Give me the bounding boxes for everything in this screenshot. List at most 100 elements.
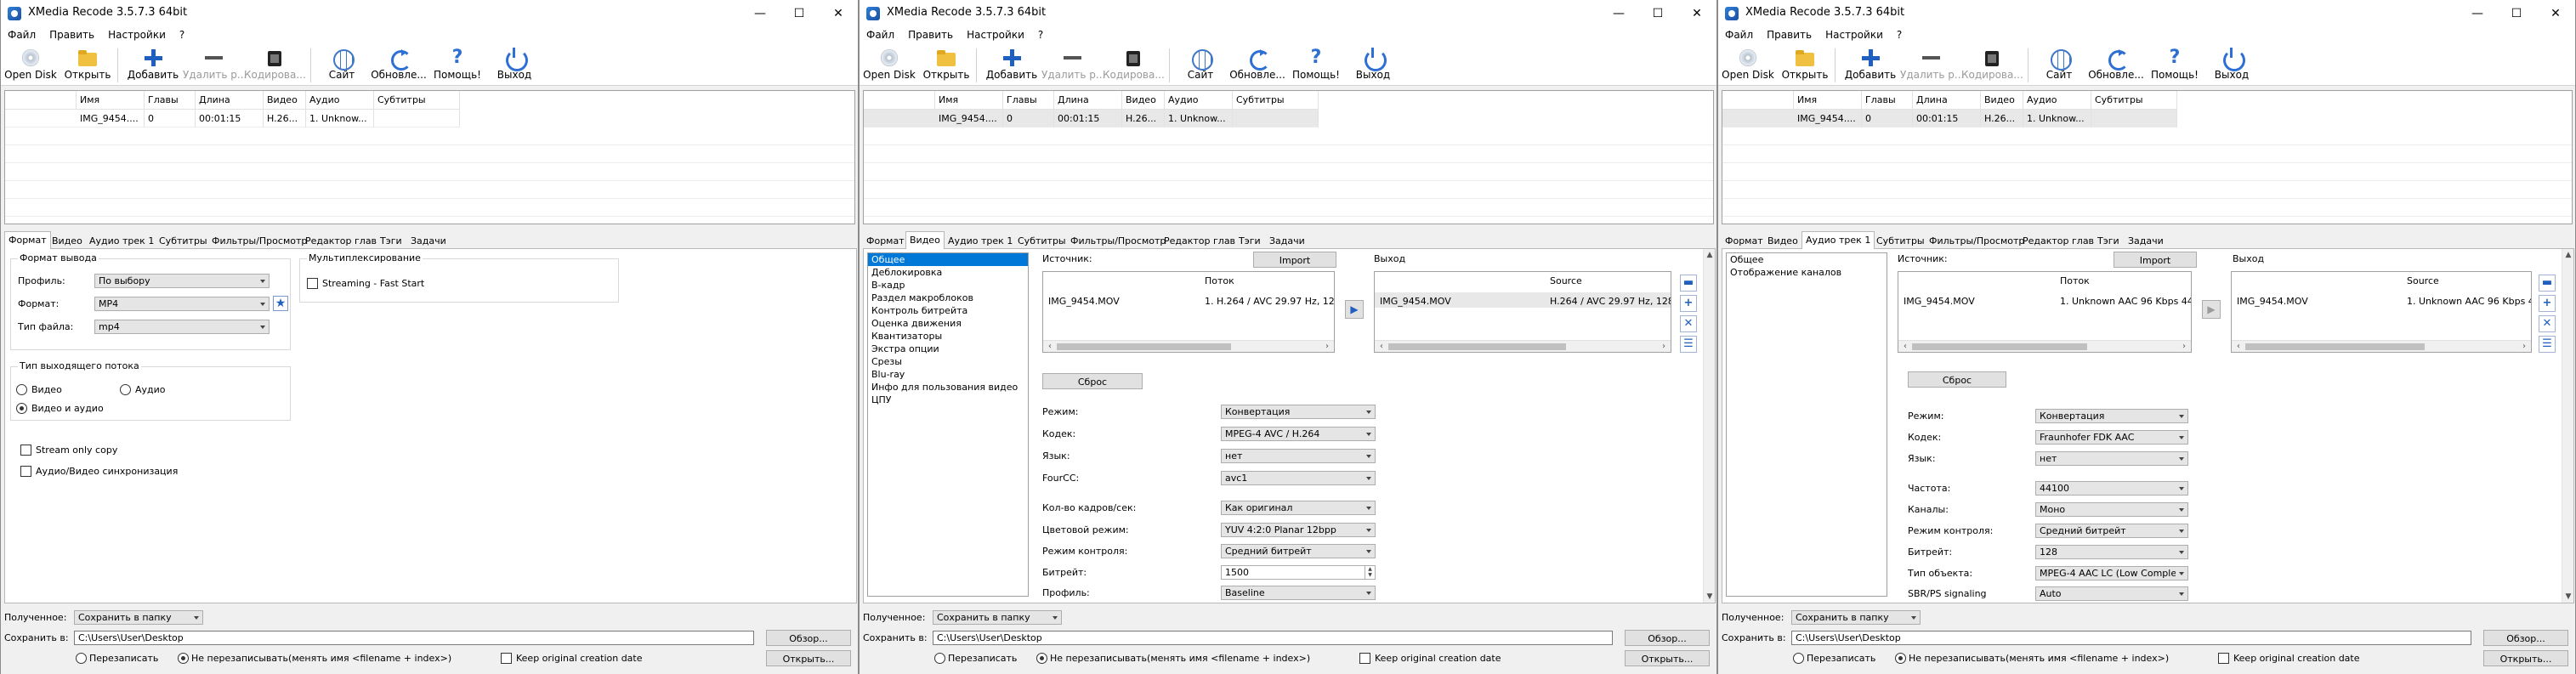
tab-tags[interactable]: Тэги	[2094, 233, 2123, 248]
language-select[interactable]: нет	[1221, 449, 1376, 463]
column-header-length[interactable]: Длина	[1913, 91, 1981, 109]
keep-date-checkbox[interactable]	[2218, 653, 2229, 664]
help-button[interactable]: ? Помощь!	[1288, 45, 1344, 86]
menu-settings[interactable]: Настройки	[101, 26, 173, 41]
sbr-ps-select[interactable]: Auto	[2035, 586, 2188, 601]
rate-control-select[interactable]: Средний битрейт	[2035, 524, 2188, 538]
stream-copy-checkbox[interactable]	[20, 445, 31, 456]
chevron-down-icon[interactable]: ▼	[1705, 592, 1714, 601]
column-header-name[interactable]: Имя	[935, 91, 1003, 109]
column-header-subtitles[interactable]: Субтитры	[2091, 91, 2177, 109]
frequency-select[interactable]: 44100	[2035, 481, 2188, 496]
chevron-down-icon[interactable]: ▼	[2564, 592, 2573, 601]
bitrate-select[interactable]: 128	[2035, 545, 2188, 559]
column-header-video[interactable]: Видео	[1122, 91, 1165, 109]
chevron-left-icon[interactable]: ‹	[1045, 342, 1055, 352]
chevron-left-icon[interactable]: ‹	[1900, 342, 1910, 352]
tree-item-motion-estimation[interactable]: Оценка движения	[868, 317, 1028, 330]
import-button[interactable]: Import	[2114, 252, 2197, 268]
close-button[interactable]: ✕	[1677, 0, 1716, 26]
stream-list-button[interactable]: ☰	[1680, 336, 1697, 353]
column-header-chapters[interactable]: Главы	[1003, 91, 1054, 109]
column-header-subtitles[interactable]: Субтитры	[1233, 91, 1319, 109]
menu-help[interactable]: ?	[1890, 26, 1909, 41]
delete-stream-button[interactable]: ✕	[2539, 315, 2556, 332]
add-button[interactable]: Добавить	[125, 45, 181, 86]
profile-select[interactable]: Baseline	[1221, 586, 1376, 600]
column-header-name[interactable]: Имя	[1794, 91, 1862, 109]
tab-subtitles[interactable]: Субтитры	[1014, 233, 1070, 248]
menu-settings[interactable]: Настройки	[960, 26, 1031, 41]
menu-file[interactable]: Файл	[860, 26, 901, 41]
open-output-button[interactable]: Открыть...	[2483, 650, 2568, 666]
encode-button[interactable]: Кодирова...	[1103, 45, 1165, 86]
site-button[interactable]: Сайт	[319, 45, 365, 86]
tree-item-general[interactable]: Общее	[868, 253, 1028, 266]
add-button[interactable]: Добавить	[984, 45, 1040, 86]
column-header[interactable]	[5, 91, 77, 109]
horizontal-scrollbar[interactable]: ‹ ›	[1375, 340, 1671, 352]
tab-format[interactable]: Формат	[1722, 233, 1767, 248]
tree-item-quantizers[interactable]: Квантизаторы	[868, 330, 1028, 343]
profile-select[interactable]: По выбору	[94, 274, 270, 288]
update-button[interactable]: Обновле...	[2085, 45, 2147, 86]
column-header-name[interactable]: Имя	[77, 91, 145, 109]
menu-settings[interactable]: Настройки	[1819, 26, 1890, 41]
mode-select[interactable]: Конвертация	[2035, 409, 2188, 423]
update-button[interactable]: Обновле...	[368, 45, 429, 86]
channels-select[interactable]: Моно	[2035, 502, 2188, 517]
minimize-button[interactable]: —	[2458, 0, 2497, 26]
add-button[interactable]: Добавить	[1842, 45, 1898, 86]
chevron-left-icon[interactable]: ‹	[2233, 342, 2244, 352]
tab-filters[interactable]: Фильтры/Просмотр	[1067, 233, 1169, 248]
output-streams-list[interactable]: Source IMG_9454.MOV H.264 / AVC 29.97 Hz…	[1374, 271, 1671, 353]
browse-button[interactable]: Обзор...	[2483, 630, 2568, 646]
tab-chapters[interactable]: Редактор глав	[2019, 233, 2097, 248]
tree-item-general[interactable]: Общее	[1727, 253, 1887, 266]
tree-item-channel-mapping[interactable]: Отображение каналов	[1727, 266, 1887, 279]
column-header-audio[interactable]: Аудио	[306, 91, 374, 109]
bitrate-spinbox[interactable]: 1500 ▲ ▼	[1221, 565, 1376, 580]
scroll-thumb[interactable]	[1388, 343, 1566, 350]
exit-button[interactable]: Выход	[1349, 45, 1397, 86]
tab-tags[interactable]: Тэги	[1235, 233, 1264, 248]
tab-chapters[interactable]: Редактор глав	[1160, 233, 1239, 248]
fourcc-select[interactable]: avc1	[1221, 471, 1376, 485]
maximize-button[interactable]: ☐	[2497, 0, 2536, 26]
horizontal-scrollbar[interactable]: ‹ ›	[1898, 340, 2191, 352]
radio-no-overwrite[interactable]	[1895, 653, 1906, 664]
close-button[interactable]: ✕	[2536, 0, 2575, 26]
open-disk-button[interactable]: Open Disk	[861, 45, 917, 86]
column-header-audio[interactable]: Аудио	[1165, 91, 1233, 109]
file-list[interactable]: Имя Главы Длина Видео Аудио Субтитры IMG…	[4, 90, 855, 224]
column-header-audio[interactable]: Аудио	[2023, 91, 2091, 109]
vertical-scrollbar[interactable]: ▲ ▼	[1703, 249, 1715, 603]
remove-stream-button[interactable]: ▬	[1680, 275, 1697, 292]
tab-tasks[interactable]: Задачи	[2125, 233, 2167, 248]
column-header-chapters[interactable]: Главы	[1862, 91, 1913, 109]
horizontal-scrollbar[interactable]: ‹ ›	[1043, 340, 1334, 352]
column-header-chapters[interactable]: Главы	[145, 91, 196, 109]
open-output-button[interactable]: Открыть...	[766, 650, 851, 666]
video-settings-tree[interactable]: Общее Деблокировка B-кадр Раздел макробл…	[867, 252, 1029, 597]
vertical-scrollbar[interactable]: ▲ ▼	[2562, 249, 2573, 603]
add-stream-button[interactable]: +	[2539, 295, 2556, 312]
save-path-input[interactable]: C:\Users\User\Desktop	[933, 631, 1613, 645]
chevron-right-icon[interactable]: ›	[1659, 342, 1669, 352]
file-list[interactable]: Имя Главы Длина Видео Аудио Субтитры IMG…	[863, 90, 1714, 224]
tab-audio-track[interactable]: Аудио трек 1	[86, 233, 157, 248]
tab-video[interactable]: Видео	[905, 231, 945, 249]
table-row[interactable]: IMG_9454.... 0 00:01:15 H.26... 1. Unkno…	[864, 110, 1319, 127]
color-mode-select[interactable]: YUV 4:2:0 Planar 12bpp	[1221, 523, 1376, 537]
remove-button[interactable]: Удалить р...	[183, 45, 247, 86]
browse-button[interactable]: Обзор...	[1625, 630, 1710, 646]
maximize-button[interactable]: ☐	[780, 0, 819, 26]
streaming-checkbox[interactable]	[307, 278, 318, 289]
help-button[interactable]: ? Помощь!	[429, 45, 485, 86]
open-disk-button[interactable]: Open Disk	[3, 45, 59, 86]
reset-button[interactable]: Сброс	[1042, 373, 1143, 389]
chevron-up-icon[interactable]: ▲	[1705, 251, 1714, 259]
codec-select[interactable]: Fraunhofer FDK AAC	[2035, 430, 2188, 445]
format-select[interactable]: MP4	[94, 297, 270, 311]
menu-edit[interactable]: Править	[1760, 26, 1819, 41]
